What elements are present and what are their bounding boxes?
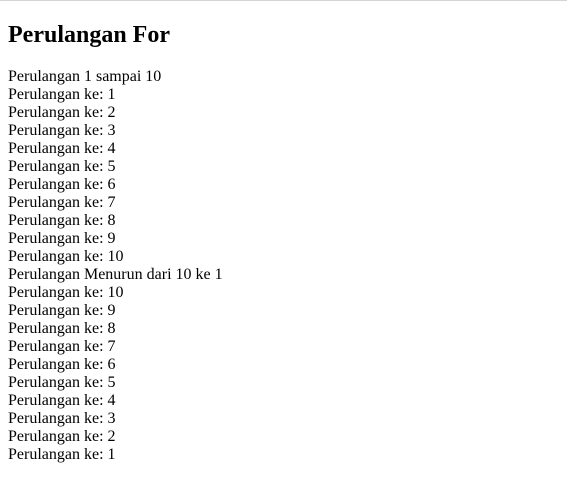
output-line: Perulangan ke: 1 bbox=[8, 86, 116, 103]
output-line: Perulangan ke: 3 bbox=[8, 122, 116, 139]
output-line: Perulangan ke: 2 bbox=[8, 428, 116, 445]
output-line: Perulangan Menurun dari 10 ke 1 bbox=[8, 266, 223, 283]
output-line: Perulangan ke: 9 bbox=[8, 302, 116, 319]
output-line: Perulangan ke: 9 bbox=[8, 230, 116, 247]
output-line: Perulangan ke: 6 bbox=[8, 356, 116, 373]
output-line: Perulangan ke: 1 bbox=[8, 446, 116, 463]
output-line: Perulangan 1 sampai 10 bbox=[8, 68, 162, 85]
output-line: Perulangan ke: 8 bbox=[8, 320, 116, 337]
output-line: Perulangan ke: 4 bbox=[8, 392, 116, 409]
output-line: Perulangan ke: 5 bbox=[8, 374, 116, 391]
output-line: Perulangan ke: 6 bbox=[8, 176, 116, 193]
output-line: Perulangan ke: 8 bbox=[8, 212, 116, 229]
output-line: Perulangan ke: 3 bbox=[8, 410, 116, 427]
output-line: Perulangan ke: 10 bbox=[8, 248, 124, 265]
output-line: Perulangan ke: 10 bbox=[8, 284, 124, 301]
loop-output: Perulangan 1 sampai 10 Perulangan ke: 1 … bbox=[8, 68, 223, 464]
output-line: Perulangan ke: 4 bbox=[8, 140, 116, 157]
output-line: Perulangan ke: 5 bbox=[8, 158, 116, 175]
output-line: Perulangan ke: 7 bbox=[8, 338, 116, 355]
output-line: Perulangan ke: 7 bbox=[8, 194, 116, 211]
page-title: Perulangan For bbox=[8, 22, 170, 48]
output-line: Perulangan ke: 2 bbox=[8, 104, 116, 121]
